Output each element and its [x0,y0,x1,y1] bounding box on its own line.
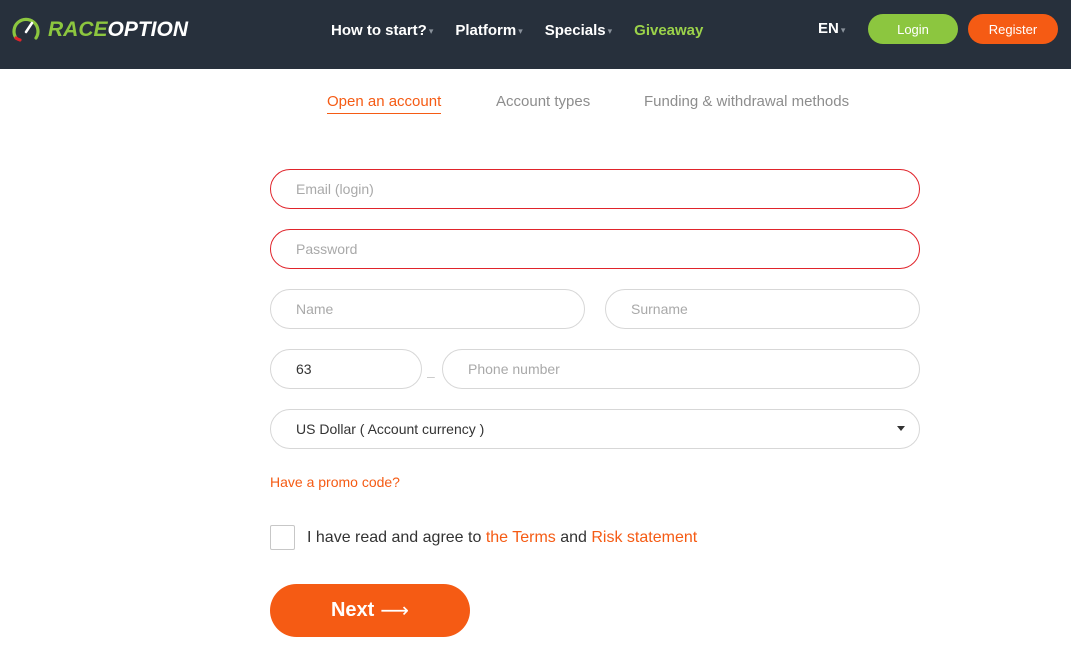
agree-checkbox[interactable] [270,525,295,550]
currency-selected-value: US Dollar ( Account currency ) [296,421,485,437]
surname-placeholder: Surname [631,301,688,317]
password-placeholder: Password [296,241,358,257]
and-label: and [560,529,587,546]
tab-account-types[interactable]: Account types [496,93,590,110]
tab-open-account[interactable]: Open an account [327,93,442,114]
phone-code-value: 63 [296,361,312,377]
agree-label: I have read and agree to [307,529,482,546]
phone-code-field[interactable]: 63 [270,349,422,389]
email-placeholder: Email (login) [296,181,374,197]
nav-giveaway-label: Giveaway [634,21,704,39]
phone-number-field[interactable]: Phone number [442,349,920,389]
phone-separator: – [427,368,435,384]
register-button[interactable]: Register [968,14,1058,44]
next-button[interactable]: Next ⟶ [270,584,470,637]
nav-specials-label: Specials [544,21,606,39]
name-placeholder: Name [296,301,334,317]
name-field[interactable]: Name [270,289,585,329]
phone-number-placeholder: Phone number [468,361,560,377]
language-selector[interactable]: EN ▾ [818,20,845,37]
chevron-down-icon: ▾ [518,26,523,36]
risk-statement-link[interactable]: Risk statement [591,529,697,546]
nav-giveaway[interactable]: Giveaway [634,22,703,39]
logo-wordmark: RACEOPTION [48,18,189,41]
email-field[interactable]: Email (login) [270,169,920,209]
main-nav: How to start? ▾ Platform ▾ Specials ▾ Gi… [331,20,725,40]
nav-how-to-start-label: How to start? [331,21,427,39]
nav-platform-label: Platform [455,21,517,39]
dropdown-caret-icon [897,426,905,431]
chevron-down-icon: ▾ [840,24,846,35]
nav-platform[interactable]: Platform ▾ [455,22,522,39]
raceoption-logo[interactable]: RACEOPTION [10,14,188,46]
surname-field[interactable]: Surname [605,289,920,329]
tab-funding-withdrawal[interactable]: Funding & withdrawal methods [644,93,849,110]
password-field[interactable]: Password [270,229,920,269]
currency-select[interactable]: US Dollar ( Account currency ) [270,409,920,449]
speedometer-icon [12,17,40,42]
chevron-down-icon: ▾ [428,26,434,36]
top-header: RACEOPTION How to start? ▾ Platform ▾ Sp… [0,0,1071,69]
promo-code-link[interactable]: Have a promo code? [270,474,400,490]
language-label: EN [818,20,839,37]
arrow-right-icon: ⟶ [380,600,410,622]
nav-how-to-start[interactable]: How to start? ▾ [331,22,433,39]
terms-link[interactable]: the Terms [486,529,556,546]
agree-text: I have read and agree to the Terms and R… [307,529,697,547]
login-button[interactable]: Login [868,14,958,44]
chevron-down-icon: ▾ [607,26,613,36]
nav-specials[interactable]: Specials ▾ [545,22,612,39]
next-label: Next [330,599,375,621]
